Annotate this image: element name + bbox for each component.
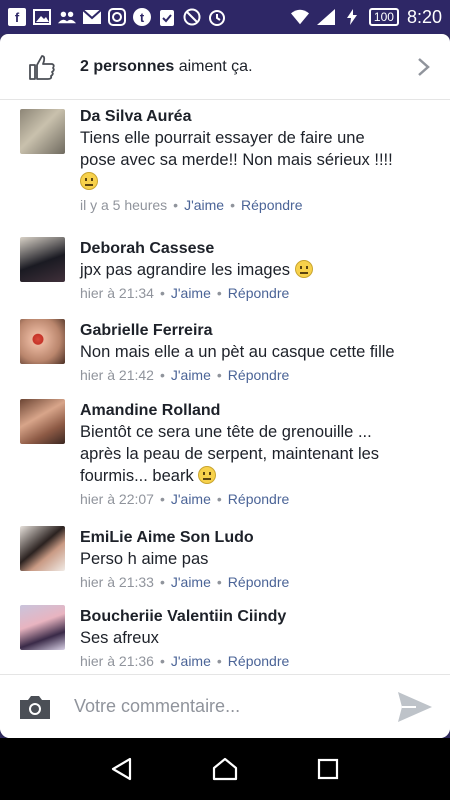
battery-level: 100: [368, 8, 399, 26]
wifi-icon: [290, 8, 309, 26]
recents-icon: [318, 758, 339, 780]
comment-timestamp: hier à 21:42: [80, 367, 154, 383]
reply-button[interactable]: Répondre: [228, 574, 290, 590]
home-icon: [212, 757, 238, 781]
comment-text-line: Non mais elle a un pèt au casque cette f…: [80, 343, 395, 361]
camera-icon[interactable]: [18, 693, 52, 721]
reply-button[interactable]: Répondre: [228, 285, 290, 301]
comment-text: jpx pas agrandire les images: [80, 259, 440, 281]
svg-text:t: t: [140, 10, 145, 25]
comment-text-line: après la peau de serpent, maintenant les: [80, 445, 380, 463]
back-icon: [111, 757, 131, 781]
comment-meta: hier à 21:33 • J'aime • Répondre: [80, 574, 290, 590]
comment-timestamp: hier à 22:07: [80, 491, 154, 507]
likes-header[interactable]: 2 personnes aiment ça.: [0, 34, 450, 100]
signal-icon: [316, 8, 335, 26]
worried-face-emoji-icon: [198, 466, 217, 484]
charging-icon: [343, 8, 361, 26]
comments-sheet: 2 personnes aiment ça. Da Silva Auréa Ti…: [0, 34, 450, 738]
like-button[interactable]: J'aime: [171, 491, 211, 507]
comment-text-line: Ses afreux: [80, 629, 159, 647]
comment-meta: hier à 21:36 • J'aime • Répondre: [80, 653, 290, 669]
reply-button[interactable]: Répondre: [228, 367, 290, 383]
home-button[interactable]: [210, 754, 240, 784]
likes-count: 2 personnes: [80, 57, 175, 75]
comment-text: Ses afreux: [80, 627, 440, 649]
reply-button[interactable]: Répondre: [228, 653, 290, 669]
avatar[interactable]: [20, 109, 65, 154]
comment-author[interactable]: EmiLie Aime Son Ludo: [80, 528, 440, 548]
comment-text-line: pose avec sa merde!! Non mais sérieux !!…: [80, 151, 393, 169]
comment-timestamp: hier à 21:34: [80, 285, 154, 301]
comment-author[interactable]: Deborah Cassese: [80, 239, 440, 259]
thumbs-up-icon: [29, 54, 55, 80]
avatar[interactable]: [20, 237, 65, 282]
facebook-icon: f: [8, 8, 26, 26]
comment-text-line: jpx pas agrandire les images: [80, 261, 291, 279]
send-icon[interactable]: [396, 690, 434, 724]
likes-summary: 2 personnes aiment ça.: [80, 58, 416, 76]
comment-meta: hier à 21:34 • J'aime • Répondre: [80, 285, 290, 301]
back-button[interactable]: [107, 754, 137, 784]
instagram-icon: [108, 8, 126, 26]
like-button[interactable]: J'aime: [171, 574, 211, 590]
avatar[interactable]: [20, 319, 65, 364]
mail-icon: [83, 8, 101, 26]
avatar[interactable]: [20, 526, 65, 571]
comment-timestamp: hier à 21:33: [80, 574, 154, 590]
like-button[interactable]: J'aime: [171, 285, 211, 301]
comment-text-line: Tiens elle pourrait essayer de faire une: [80, 129, 365, 147]
likes-suffix: aiment ça.: [174, 57, 253, 75]
comment-timestamp: hier à 21:36: [80, 653, 154, 669]
comment-text: Non mais elle a un pèt au casque cette f…: [80, 341, 440, 363]
like-button[interactable]: J'aime: [184, 197, 224, 213]
comment-timestamp: il y a 5 heures: [80, 197, 168, 213]
comment-text: Tiens elle pourrait essayer de faire une…: [80, 127, 440, 193]
comment-text-line: fourmis... beark: [80, 467, 194, 485]
reply-button[interactable]: Répondre: [241, 197, 303, 213]
like-button[interactable]: J'aime: [171, 367, 211, 383]
comment-author[interactable]: Da Silva Auréa: [80, 107, 440, 127]
like-button[interactable]: J'aime: [171, 653, 211, 669]
comment-author[interactable]: Boucheriie Valentiin Ciindy: [80, 607, 440, 627]
comment-text-line: Perso h aime pas: [80, 550, 209, 568]
do-not-disturb-icon: [183, 8, 201, 26]
status-bar: f t 100 8:20: [0, 0, 450, 34]
comment-author[interactable]: Gabrielle Ferreira: [80, 321, 440, 341]
comment-text-line: Bientôt ce sera une tête de grenouille .…: [80, 423, 372, 441]
navigation-bar: [0, 738, 450, 800]
clock: 8:20: [406, 6, 442, 27]
tumblr-icon: t: [133, 8, 151, 26]
comment-author[interactable]: Amandine Rolland: [80, 401, 440, 421]
alarm-icon: [208, 8, 226, 26]
reply-button[interactable]: Répondre: [228, 491, 290, 507]
comment-meta: hier à 22:07 • J'aime • Répondre: [80, 491, 290, 507]
comment-meta: il y a 5 heures • J'aime • Répondre: [80, 197, 303, 213]
avatar[interactable]: [20, 399, 65, 444]
comment-meta: hier à 21:42 • J'aime • Répondre: [80, 367, 290, 383]
neutral-face-emoji-icon: [80, 172, 98, 190]
groups-icon: [58, 8, 76, 26]
recents-button[interactable]: [313, 754, 343, 784]
chevron-right-icon[interactable]: [416, 57, 432, 77]
gallery-icon: [33, 8, 51, 26]
clipboard-check-icon: [158, 8, 176, 26]
avatar[interactable]: [20, 605, 65, 650]
disappointed-face-emoji-icon: [294, 260, 313, 278]
comment-composer: [0, 674, 450, 738]
comment-input[interactable]: [74, 696, 396, 717]
comment-text: Bientôt ce sera une tête de grenouille .…: [80, 421, 440, 487]
comment-text: Perso h aime pas: [80, 548, 440, 570]
